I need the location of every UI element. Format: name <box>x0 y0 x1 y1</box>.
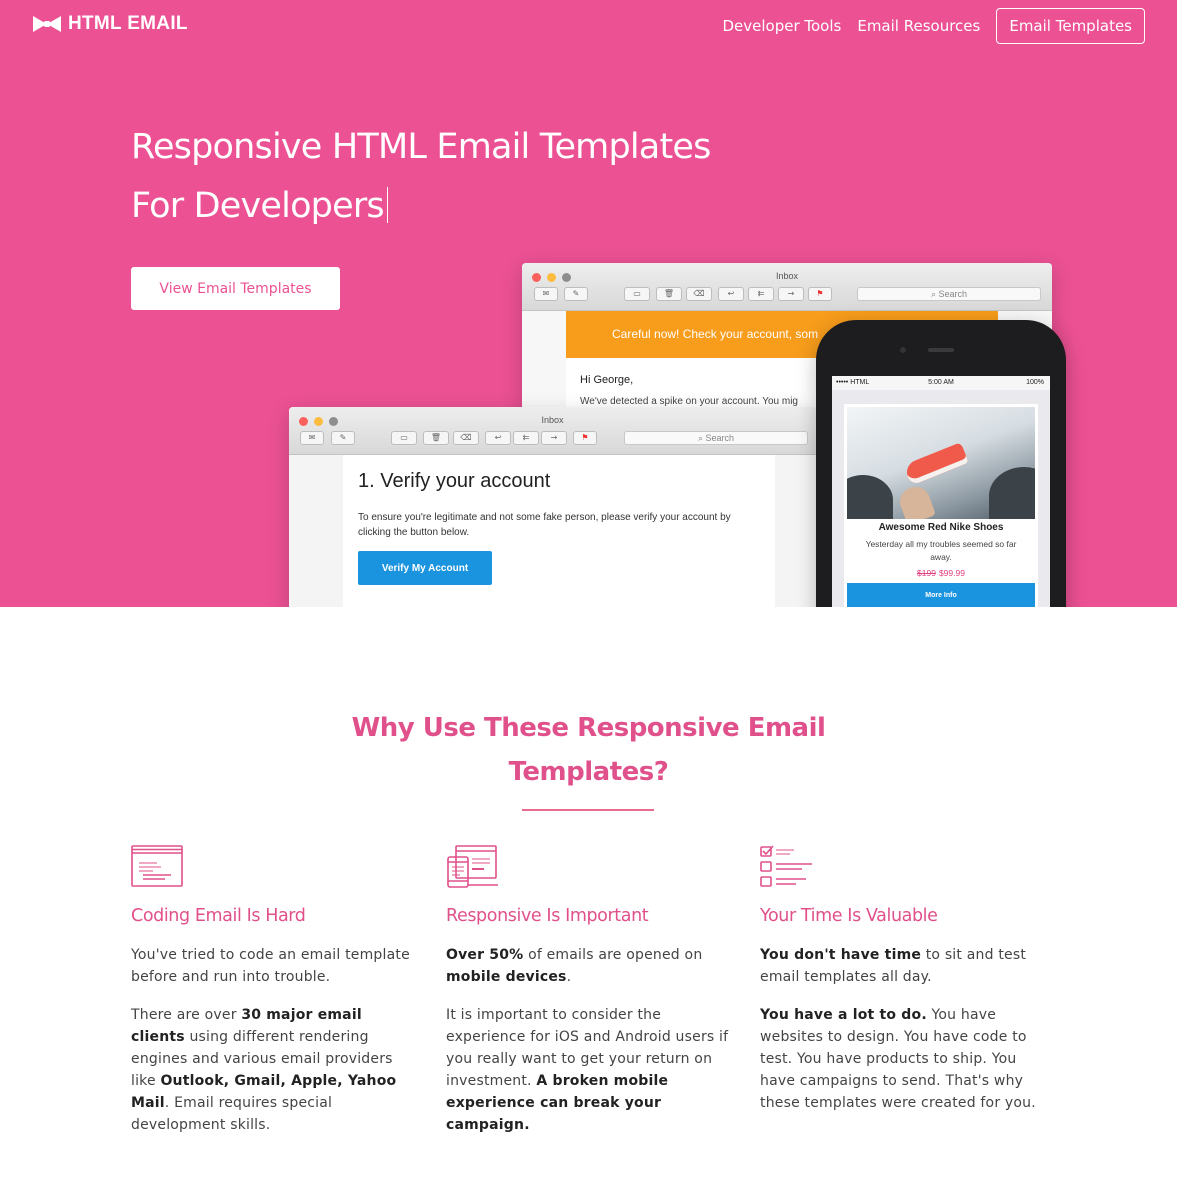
battery-level: 100% <box>1026 379 1044 386</box>
hero-title-line-2: For Developers <box>131 186 385 226</box>
search-field: ⌕ Search <box>857 287 1041 301</box>
new-price: $99.99 <box>938 568 965 578</box>
bold-text: mobile devices <box>446 969 567 985</box>
feature-coding: Coding Email Is Hard You've tried to cod… <box>131 845 417 1136</box>
verify-account-button: Verify My Account <box>358 551 492 585</box>
product-price: $199 $99.99 <box>844 568 1038 578</box>
email-heading: 1. Verify your account <box>358 470 551 492</box>
text-run: . <box>566 969 572 985</box>
phone-screen: ••••• HTML 5:00 AM 100% Awesome Red Nike… <box>832 376 1050 607</box>
tree-silhouette <box>847 475 893 519</box>
section-title-line-1: Why Use These Responsive Email <box>351 713 826 743</box>
top-nav: Developer Tools Email Resources Email Te… <box>706 8 1145 44</box>
text-cursor <box>386 187 388 223</box>
hand-shape <box>896 482 936 519</box>
compose-icon: ✎ <box>564 287 588 301</box>
email-body: 1. Verify your account To ensure you're … <box>343 455 775 607</box>
search-field: ⌕ Search <box>624 431 808 445</box>
mail-window-front: Inbox ✉ ✎ ▭ 🗑 ⌫ ↩ ⇇ → ⚑ ⌕ Search 1. Veri… <box>289 407 816 607</box>
product-card: Awesome Red Nike Shoes Yesterday all my … <box>844 404 1038 607</box>
archive-icon: ▭ <box>391 431 417 445</box>
product-title: Awesome Red Nike Shoes <box>878 522 1004 533</box>
reply-all-icon: ⇇ <box>513 431 539 445</box>
status-bar: ••••• HTML 5:00 AM 100% <box>832 376 1050 390</box>
bold-text: You don't have time <box>760 947 922 963</box>
brand-logo[interactable]: HTML EMAIL <box>32 13 188 35</box>
product-image <box>847 407 1035 519</box>
text-run: There are over <box>131 1007 242 1023</box>
junk-icon: ⌫ <box>453 431 479 445</box>
forward-icon: → <box>541 431 567 445</box>
responsive-devices-icon <box>447 845 498 888</box>
speaker-grille <box>928 348 954 352</box>
feature-paragraph: Over 50% of emails are opened on mobile … <box>446 944 732 988</box>
mail-icon: ✉ <box>534 287 558 301</box>
code-window-icon <box>131 845 183 887</box>
feature-title: Coding Email Is Hard <box>131 906 306 926</box>
brand-name: HTML EMAIL <box>68 13 188 34</box>
mail-icon: ✉ <box>300 431 324 445</box>
feature-title: Your Time Is Valuable <box>760 906 938 926</box>
junk-icon: ⌫ <box>686 287 712 301</box>
reply-all-icon: ⇇ <box>748 287 774 301</box>
feature-title: Responsive Is Important <box>446 906 649 926</box>
trash-icon: 🗑 <box>423 431 449 445</box>
phone-mockup: ••••• HTML 5:00 AM 100% Awesome Red Nike… <box>816 320 1066 607</box>
window-toolbar: Inbox ✉ ✎ ▭ 🗑 ⌫ ↩ ⇇ → ⚑ ⌕ Search <box>522 263 1052 311</box>
reply-icon: ↩ <box>718 287 744 301</box>
nav-email-templates-button[interactable]: Email Templates <box>996 8 1145 44</box>
hero-title: Responsive HTML Email Templates For Deve… <box>131 118 711 236</box>
status-time: 5:00 AM <box>928 379 954 386</box>
feature-responsive: Responsive Is Important Over 50% of emai… <box>446 845 732 1136</box>
reply-icon: ↩ <box>485 431 511 445</box>
feature-paragraph: You don't have time to sit and test emai… <box>760 944 1046 988</box>
nav-link-email-resources[interactable]: Email Resources <box>857 9 980 43</box>
feature-paragraph: You've tried to code an email template b… <box>131 947 410 985</box>
bowtie-logo-icon <box>33 16 61 32</box>
bold-text: Over 50% <box>446 947 524 963</box>
feature-paragraph: There are over 30 major email clients us… <box>131 1004 417 1136</box>
trash-icon: 🗑 <box>656 287 682 301</box>
window-toolbar: Inbox ✉ ✎ ▭ 🗑 ⌫ ↩ ⇇ → ⚑ ⌕ Search <box>289 407 816 455</box>
section-title-line-2: Templates? <box>508 757 669 787</box>
flag-icon: ⚑ <box>573 431 597 445</box>
email-greeting: Hi George, <box>580 374 634 386</box>
compose-icon: ✎ <box>331 431 355 445</box>
search-placeholder: Search <box>705 433 735 443</box>
bold-text: You have a lot to do. <box>760 1007 927 1023</box>
email-text: To ensure you're legitimate and not some… <box>358 512 731 538</box>
more-info-button: More Info <box>847 583 1035 607</box>
text-run: of emails are opened on <box>523 947 703 963</box>
feature-paragraph: It is important to consider the experien… <box>446 1004 732 1136</box>
old-price: $199 <box>917 568 936 578</box>
hero-section: HTML EMAIL Developer Tools Email Resourc… <box>0 0 1177 607</box>
feature-time: Your Time Is Valuable You don't have tim… <box>760 845 1046 1114</box>
window-title: Inbox <box>775 271 799 281</box>
shoe-icon <box>903 442 969 486</box>
search-placeholder: Search <box>938 289 968 299</box>
hero-title-line-1: Responsive HTML Email Templates <box>131 127 711 167</box>
view-email-templates-button[interactable]: View Email Templates <box>131 267 340 310</box>
tree-silhouette <box>989 467 1035 519</box>
feature-paragraph: You have a lot to do. You have websites … <box>760 1004 1046 1114</box>
checklist-icon <box>760 845 812 887</box>
camera-icon <box>900 347 906 353</box>
section-title: Why Use These Responsive Email Templates… <box>0 706 1177 794</box>
section-divider <box>522 809 654 811</box>
window-title: Inbox <box>541 415 564 425</box>
nav-link-developer-tools[interactable]: Developer Tools <box>722 9 841 43</box>
product-description: Yesterday all my troubles seemed so far … <box>865 539 1017 562</box>
email-partial-line: We've detected a spike on your account. … <box>580 396 798 407</box>
archive-icon: ▭ <box>624 287 650 301</box>
forward-icon: → <box>778 287 804 301</box>
flag-icon: ⚑ <box>808 287 832 301</box>
